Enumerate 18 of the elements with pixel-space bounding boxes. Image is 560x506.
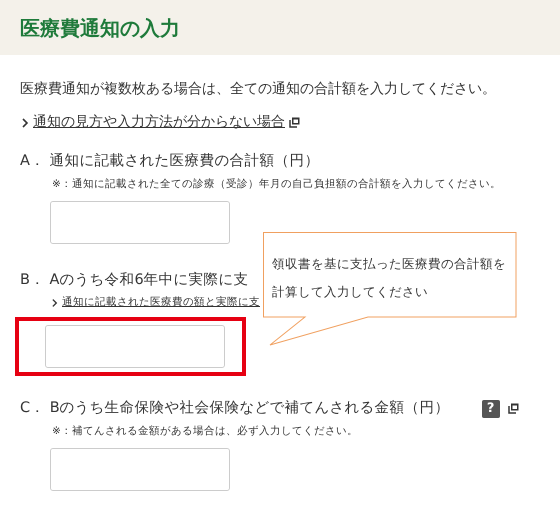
question-label: B． Aのうち令和6年中に実際に支 — [20, 270, 249, 290]
new-window-icon — [508, 403, 519, 414]
help-link[interactable]: 通知の見方や入力方法が分からない場合 — [33, 112, 285, 133]
amount-field[interactable] — [45, 325, 225, 368]
question-label: C． Bのうち生命保険や社会保険などで補てんされる金額（円） — [20, 399, 450, 418]
help-button[interactable]: ? — [482, 400, 500, 418]
callout-text: 領収書を基に支払った医療費の合計額を 計算して入力してください — [272, 255, 506, 301]
new-window-icon — [289, 117, 300, 128]
intro-text: 医療費通知が複数枚ある場合は、全ての通知の合計額を入力してください。 — [20, 80, 497, 99]
page-title: 医療費通知の入力 — [20, 16, 180, 40]
question-label: A． 通知に記載された医療費の合計額（円） — [20, 152, 320, 171]
note-text: ※：補てんされる金額がある場合は、必ず入力してください。 — [52, 424, 359, 439]
amount-field[interactable] — [50, 200, 230, 244]
amount-field[interactable] — [50, 448, 230, 490]
chevron-icon — [22, 118, 29, 128]
guide-link[interactable]: 通知に記載された医療費の額と実際に支 — [62, 295, 260, 311]
chevron-icon — [52, 298, 58, 308]
note-text: ※：通知に記載された全ての診療（受診）年月の自己負担額の合計額を入力してください。 — [52, 176, 502, 192]
